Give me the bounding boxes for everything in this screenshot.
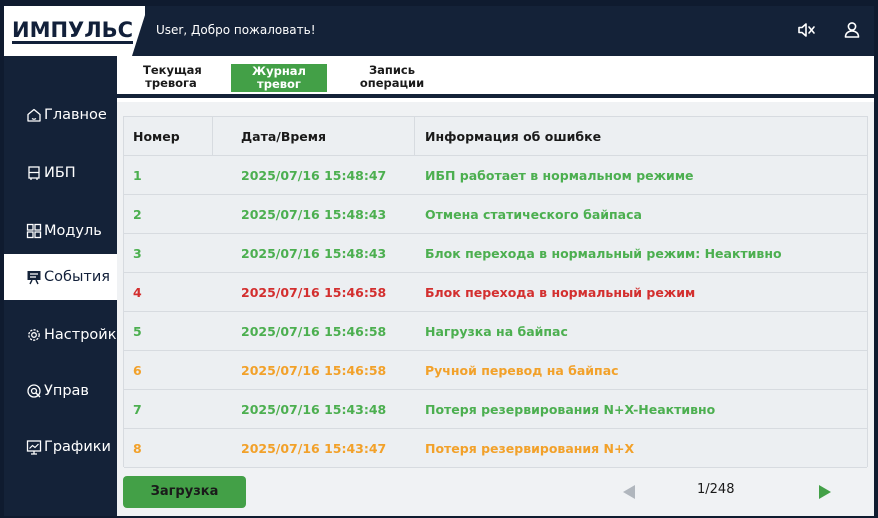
tab-bar: Текущая тревога Журнал тревог Запись опе… bbox=[117, 56, 874, 98]
ups-icon bbox=[28, 166, 40, 180]
sidebar-item-module[interactable]: Модуль bbox=[4, 208, 117, 254]
sidebar-item-label: Графики bbox=[44, 439, 111, 455]
event-info: ИБП работает в нормальном режиме bbox=[425, 168, 694, 183]
event-number: 3 bbox=[133, 246, 142, 261]
event-info: Блок перехода в нормальный режим bbox=[425, 285, 696, 300]
event-number: 4 bbox=[133, 285, 142, 300]
table-row[interactable]: 5 2025/07/16 15:46:58 Нагрузка на байпас bbox=[124, 312, 867, 351]
event-info: Потеря резервирования N+X bbox=[425, 441, 635, 456]
event-datetime: 2025/07/16 15:46:58 bbox=[241, 285, 387, 300]
event-datetime: 2025/07/16 15:48:47 bbox=[241, 168, 387, 183]
sidebar-item-label: Управ bbox=[44, 383, 89, 399]
event-number: 5 bbox=[133, 324, 142, 339]
mute-icon[interactable] bbox=[796, 20, 816, 40]
welcome-text: User, Добро пожаловать! bbox=[156, 23, 316, 37]
table-row[interactable]: 3 2025/07/16 15:48:43 Блок перехода в норм… bbox=[124, 234, 867, 273]
event-number: 8 bbox=[133, 441, 142, 456]
sidebar-item-charts[interactable]: Графики bbox=[4, 424, 117, 470]
home-icon bbox=[27, 108, 41, 122]
next-page-icon[interactable] bbox=[819, 485, 831, 499]
logo-text: ИМПУЛЬС bbox=[12, 17, 134, 44]
logo-notch bbox=[132, 12, 146, 56]
sidebar-item-label: События bbox=[44, 269, 110, 285]
tab-label-line2: операции bbox=[359, 76, 425, 90]
sidebar-item-label: Модуль bbox=[44, 223, 102, 239]
table-row[interactable]: 1 2025/07/16 15:48:47 ИБП работает в норма… bbox=[124, 156, 867, 195]
events-icon bbox=[27, 271, 41, 285]
chart-icon bbox=[26, 440, 42, 455]
sidebar-item-label: ИБП bbox=[44, 165, 76, 181]
event-number: 6 bbox=[133, 363, 142, 378]
event-info: Отмена статического байпаса bbox=[425, 207, 642, 222]
event-number: 7 bbox=[133, 402, 142, 417]
table-header-row: Номер Дата/Время Информация об ошибке bbox=[124, 117, 867, 156]
event-info: Потеря резервирования N+X-Неактивно bbox=[425, 402, 716, 417]
event-info: Блок перехода в нормальный режим: Неакти… bbox=[425, 246, 782, 261]
page-indicator: 1/248 bbox=[697, 482, 735, 497]
event-info: Ручной перевод на байпас bbox=[425, 363, 619, 378]
table-row[interactable]: 6 2025/07/16 15:46:58 Ручной перевод на ба… bbox=[124, 351, 867, 390]
alarm-log-panel: Номер Дата/Время Информация об ошибке 1 2… bbox=[117, 102, 874, 516]
column-header-number: Номер bbox=[133, 129, 180, 144]
tab-current-alarm[interactable]: Текущая тревога bbox=[143, 64, 202, 94]
column-divider bbox=[414, 117, 415, 156]
sidebar-item-label: Главное bbox=[44, 107, 107, 123]
user-icon[interactable] bbox=[842, 20, 862, 40]
sidebar-item-label: Настройк bbox=[44, 327, 117, 343]
event-datetime: 2025/07/16 15:43:48 bbox=[241, 402, 387, 417]
logo: ИМПУЛЬС bbox=[4, 6, 145, 56]
event-datetime: 2025/07/16 15:43:47 bbox=[241, 441, 387, 456]
sidebar-item-ups[interactable]: ИБП bbox=[4, 150, 117, 196]
tab-operation-log[interactable]: Запись операции bbox=[357, 64, 427, 94]
tab-alarm-log[interactable]: Журнал тревог bbox=[231, 64, 327, 92]
table-row[interactable]: 7 2025/07/16 15:43:48 Потеря резервировани… bbox=[124, 390, 867, 429]
tab-label-line2: тревога bbox=[145, 76, 197, 90]
event-info: Нагрузка на байпас bbox=[425, 324, 568, 339]
prev-page-icon[interactable] bbox=[623, 485, 635, 499]
event-datetime: 2025/07/16 15:46:58 bbox=[241, 363, 387, 378]
column-divider bbox=[212, 117, 213, 156]
main-content: Текущая тревога Журнал тревог Запись опе… bbox=[117, 56, 874, 516]
top-header: ИМПУЛЬС User, Добро пожаловать! bbox=[4, 6, 874, 56]
load-button[interactable]: Загрузка bbox=[123, 476, 246, 508]
event-number: 1 bbox=[133, 168, 142, 183]
control-icon bbox=[27, 384, 41, 398]
column-header-info: Информация об ошибке bbox=[425, 129, 602, 144]
event-datetime: 2025/07/16 15:48:43 bbox=[241, 246, 387, 261]
sidebar-item-control[interactable]: Управ bbox=[4, 368, 117, 414]
table-row[interactable]: 4 2025/07/16 15:46:58 Блок перехода в норм… bbox=[124, 273, 867, 312]
column-header-datetime: Дата/Время bbox=[241, 129, 327, 144]
tab-label-line2: тревог bbox=[257, 77, 301, 91]
sidebar-item-events[interactable]: События bbox=[4, 254, 117, 300]
alarm-log-table: Номер Дата/Время Информация об ошибке 1 2… bbox=[123, 116, 868, 468]
module-icon bbox=[26, 223, 42, 239]
table-row[interactable]: 8 2025/07/16 15:43:47 Потеря резервировани… bbox=[124, 429, 867, 468]
sidebar-item-main[interactable]: Главное bbox=[4, 92, 117, 138]
sidebar-item-settings[interactable]: Настройк bbox=[4, 312, 117, 358]
table-row[interactable]: 2 2025/07/16 15:48:43 Отмена статического … bbox=[124, 195, 867, 234]
event-number: 2 bbox=[133, 207, 142, 222]
event-datetime: 2025/07/16 15:46:58 bbox=[241, 324, 387, 339]
event-datetime: 2025/07/16 15:48:43 bbox=[241, 207, 387, 222]
gear-icon bbox=[28, 329, 40, 341]
